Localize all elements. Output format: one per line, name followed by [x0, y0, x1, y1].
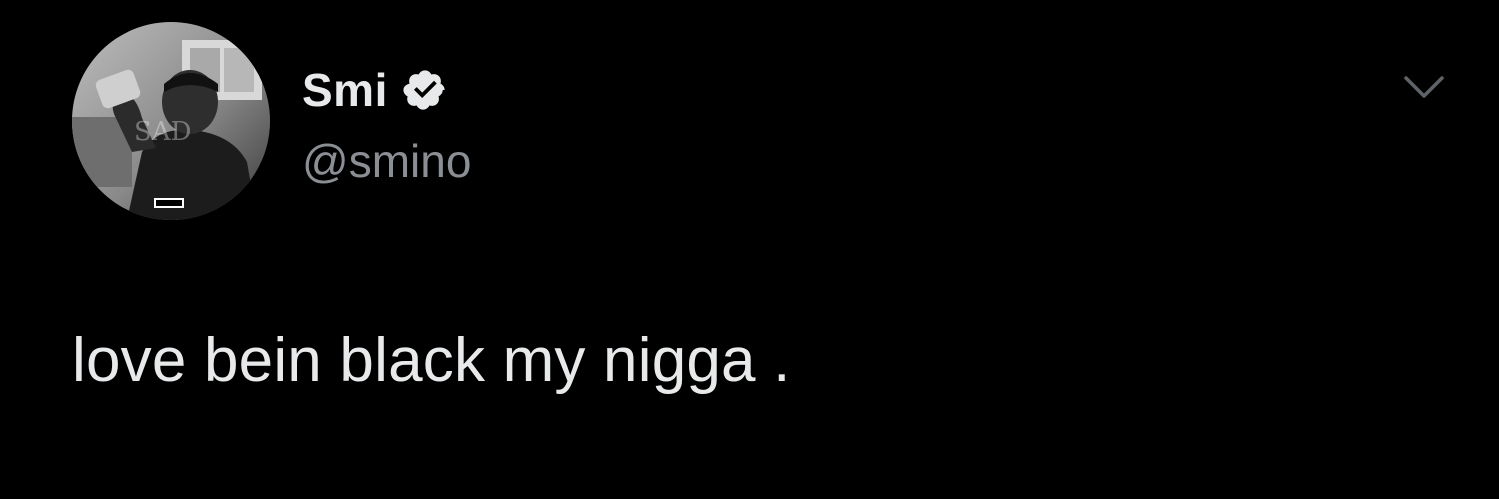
tweet-menu-button[interactable] — [1400, 70, 1448, 106]
verified-badge-icon — [402, 67, 448, 113]
avatar-photo: SAD — [72, 22, 270, 220]
author-handle[interactable]: @smino — [302, 134, 471, 188]
display-name[interactable]: Smi — [302, 63, 388, 117]
author-name-row: Smi — [302, 60, 448, 120]
svg-text:SAD: SAD — [134, 117, 191, 147]
tweet-card: SAD Smi @smino love bein black my nigga … — [0, 0, 1499, 499]
chevron-down-icon — [1404, 76, 1444, 98]
tweet-text: love bein black my nigga . — [72, 326, 791, 395]
avatar[interactable]: SAD — [72, 22, 270, 220]
